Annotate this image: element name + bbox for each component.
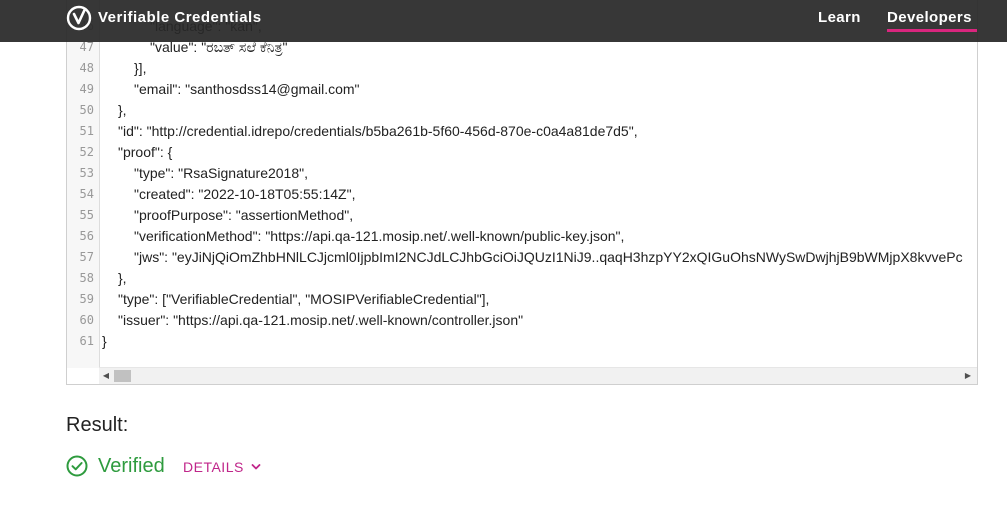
code-text: "proof": { xyxy=(118,144,173,160)
line-number: 51 xyxy=(79,124,94,138)
line-number: 59 xyxy=(79,292,94,306)
code-text: }, xyxy=(118,270,127,286)
code-text: } xyxy=(102,333,107,349)
line-number: 61 xyxy=(79,334,94,348)
code-line: 57 "jws": "eyJiNjQiOmZhbHNlLCJjcml0IjpbIm… xyxy=(67,247,977,268)
chevron-down-icon[interactable] xyxy=(250,461,262,473)
details-toggle-button[interactable]: DETAILS xyxy=(183,459,244,475)
code-text: "type": ["VerifiableCredential", "MOSIPV… xyxy=(118,291,490,307)
code-text: }, xyxy=(118,102,127,118)
top-navigation-bar: Verifiable Credentials Learn Developers xyxy=(0,0,1007,42)
horizontal-scrollbar[interactable]: ◀ ▶ xyxy=(99,367,977,384)
code-line: 51 "id": "http://credential.idrepo/creden… xyxy=(67,121,977,142)
verification-status: Verified xyxy=(98,455,165,477)
scroll-left-arrow-icon[interactable]: ◀ xyxy=(99,368,113,384)
json-code-editor[interactable]: 46"language": "kan",47"value": "ರಬತ್ ಸಲೆ… xyxy=(66,0,978,385)
line-number: 48 xyxy=(79,61,94,75)
line-number: 55 xyxy=(79,208,94,222)
code-text: "issuer": "https://api.qa-121.mosip.net/… xyxy=(118,312,524,328)
code-text: "type": "RsaSignature2018", xyxy=(134,165,308,181)
active-nav-indicator xyxy=(887,29,977,32)
result-heading: Result: xyxy=(66,414,129,436)
nav-learn-link[interactable]: Learn xyxy=(818,9,861,26)
check-circle-icon xyxy=(66,455,88,477)
code-line: 59 "type": ["VerifiableCredential", "MOSI… xyxy=(67,289,977,310)
code-line: 50}, xyxy=(67,100,977,121)
code-text: "email": "santhosdss14@gmail.com" xyxy=(134,81,360,97)
code-line: 56 "verificationMethod": "https://api.qa-… xyxy=(67,226,977,247)
code-line: 60 "issuer": "https://api.qa-121.mosip.ne… xyxy=(67,310,977,331)
line-number: 50 xyxy=(79,103,94,117)
code-line: 61} xyxy=(67,331,977,352)
line-number: 52 xyxy=(79,145,94,159)
code-line: 48}], xyxy=(67,58,977,79)
code-line: 53 "type": "RsaSignature2018", xyxy=(67,163,977,184)
line-number: 57 xyxy=(79,250,94,264)
brand-title[interactable]: Verifiable Credentials xyxy=(98,9,262,26)
code-text: "proofPurpose": "assertionMethod", xyxy=(134,207,354,223)
line-number: 58 xyxy=(79,271,94,285)
line-number: 53 xyxy=(79,166,94,180)
code-text: }], xyxy=(134,60,147,76)
code-line: 55 "proofPurpose": "assertionMethod", xyxy=(67,205,977,226)
vc-logo-icon[interactable] xyxy=(66,5,92,31)
code-line: 52 "proof": { xyxy=(67,142,977,163)
line-number: 54 xyxy=(79,187,94,201)
scrollbar-thumb[interactable] xyxy=(114,370,131,382)
code-text: "id": "http://credential.idrepo/credenti… xyxy=(118,123,638,139)
line-number: 60 xyxy=(79,313,94,327)
nav-developers-link[interactable]: Developers xyxy=(887,9,972,26)
code-line: 58}, xyxy=(67,268,977,289)
line-number: 56 xyxy=(79,229,94,243)
code-text: "verificationMethod": "https://api.qa-12… xyxy=(134,228,625,244)
code-line: 54 "created": "2022-10-18T05:55:14Z", xyxy=(67,184,977,205)
code-line: 49 "email": "santhosdss14@gmail.com" xyxy=(67,79,977,100)
scroll-right-arrow-icon[interactable]: ▶ xyxy=(961,368,975,384)
code-text: "jws": "eyJiNjQiOmZhbHNlLCJjcml0IjpbImI2… xyxy=(134,249,963,265)
code-lines: 46"language": "kan",47"value": "ರಬತ್ ಸಲೆ… xyxy=(67,16,977,352)
code-text: "created": "2022-10-18T05:55:14Z", xyxy=(134,186,356,202)
line-number: 49 xyxy=(79,82,94,96)
